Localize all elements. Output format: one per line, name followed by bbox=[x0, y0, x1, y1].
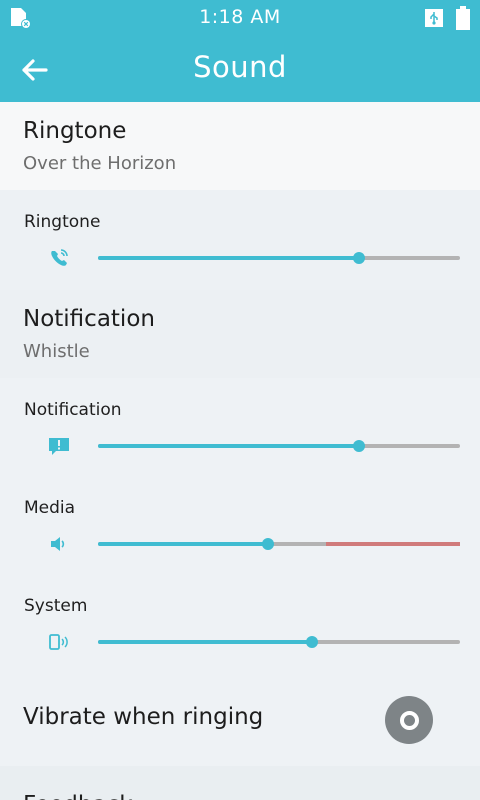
phone-ring-icon bbox=[48, 248, 70, 268]
feedback-label: Feedback bbox=[23, 792, 133, 800]
status-time: 1:18 AM bbox=[199, 6, 281, 28]
app-bar: Sound bbox=[0, 36, 480, 102]
notification-volume-label: Notification bbox=[24, 400, 122, 420]
media-volume-label: Media bbox=[24, 498, 76, 518]
ringtone-preference[interactable]: Ringtone Over the Horizon bbox=[0, 102, 480, 190]
slider-fill bbox=[98, 542, 269, 546]
media-volume-row: Media bbox=[0, 478, 480, 576]
slider-fill bbox=[98, 640, 312, 644]
media-volume-slider[interactable] bbox=[98, 534, 460, 554]
vibrate-toggle[interactable] bbox=[385, 696, 433, 744]
vibrate-when-ringing-label: Vibrate when ringing bbox=[23, 704, 264, 730]
slider-fill bbox=[98, 444, 359, 448]
speaker-icon bbox=[48, 534, 70, 554]
vibrate-when-ringing-row[interactable]: Vibrate when ringing bbox=[0, 674, 480, 766]
ringtone-volume-slider[interactable] bbox=[98, 248, 460, 268]
slider-thumb[interactable] bbox=[305, 636, 318, 648]
slider-thumb[interactable] bbox=[352, 440, 365, 452]
notification-preference[interactable]: Notification Whistle bbox=[0, 290, 480, 378]
device-sound-icon bbox=[48, 632, 70, 652]
ringtone-volume-row: Ringtone bbox=[0, 190, 480, 290]
notification-volume-row: Notification bbox=[0, 378, 480, 478]
notification-volume-slider[interactable] bbox=[98, 436, 460, 456]
usb-icon bbox=[424, 8, 444, 32]
system-volume-row: System bbox=[0, 576, 480, 674]
settings-list: Ringtone Over the Horizon Ringtone Notif… bbox=[0, 102, 480, 800]
slider-thumb[interactable] bbox=[262, 538, 275, 550]
message-alert-icon bbox=[48, 436, 70, 456]
page-title: Sound bbox=[193, 50, 287, 84]
slider-thumb[interactable] bbox=[352, 252, 365, 264]
ringtone-pref-summary: Over the Horizon bbox=[23, 153, 177, 174]
notification-pref-title: Notification bbox=[23, 306, 155, 332]
notification-pref-summary: Whistle bbox=[23, 341, 90, 362]
slider-warning-zone bbox=[326, 542, 460, 546]
system-volume-label: System bbox=[24, 596, 88, 616]
ringtone-pref-title: Ringtone bbox=[23, 118, 127, 144]
slider-fill bbox=[98, 256, 359, 260]
status-bar: 1:18 AM bbox=[0, 0, 480, 36]
ringtone-volume-label: Ringtone bbox=[24, 212, 101, 232]
feedback-row[interactable]: Feedback bbox=[0, 766, 480, 800]
battery-icon bbox=[456, 6, 470, 34]
system-volume-slider[interactable] bbox=[98, 632, 460, 652]
